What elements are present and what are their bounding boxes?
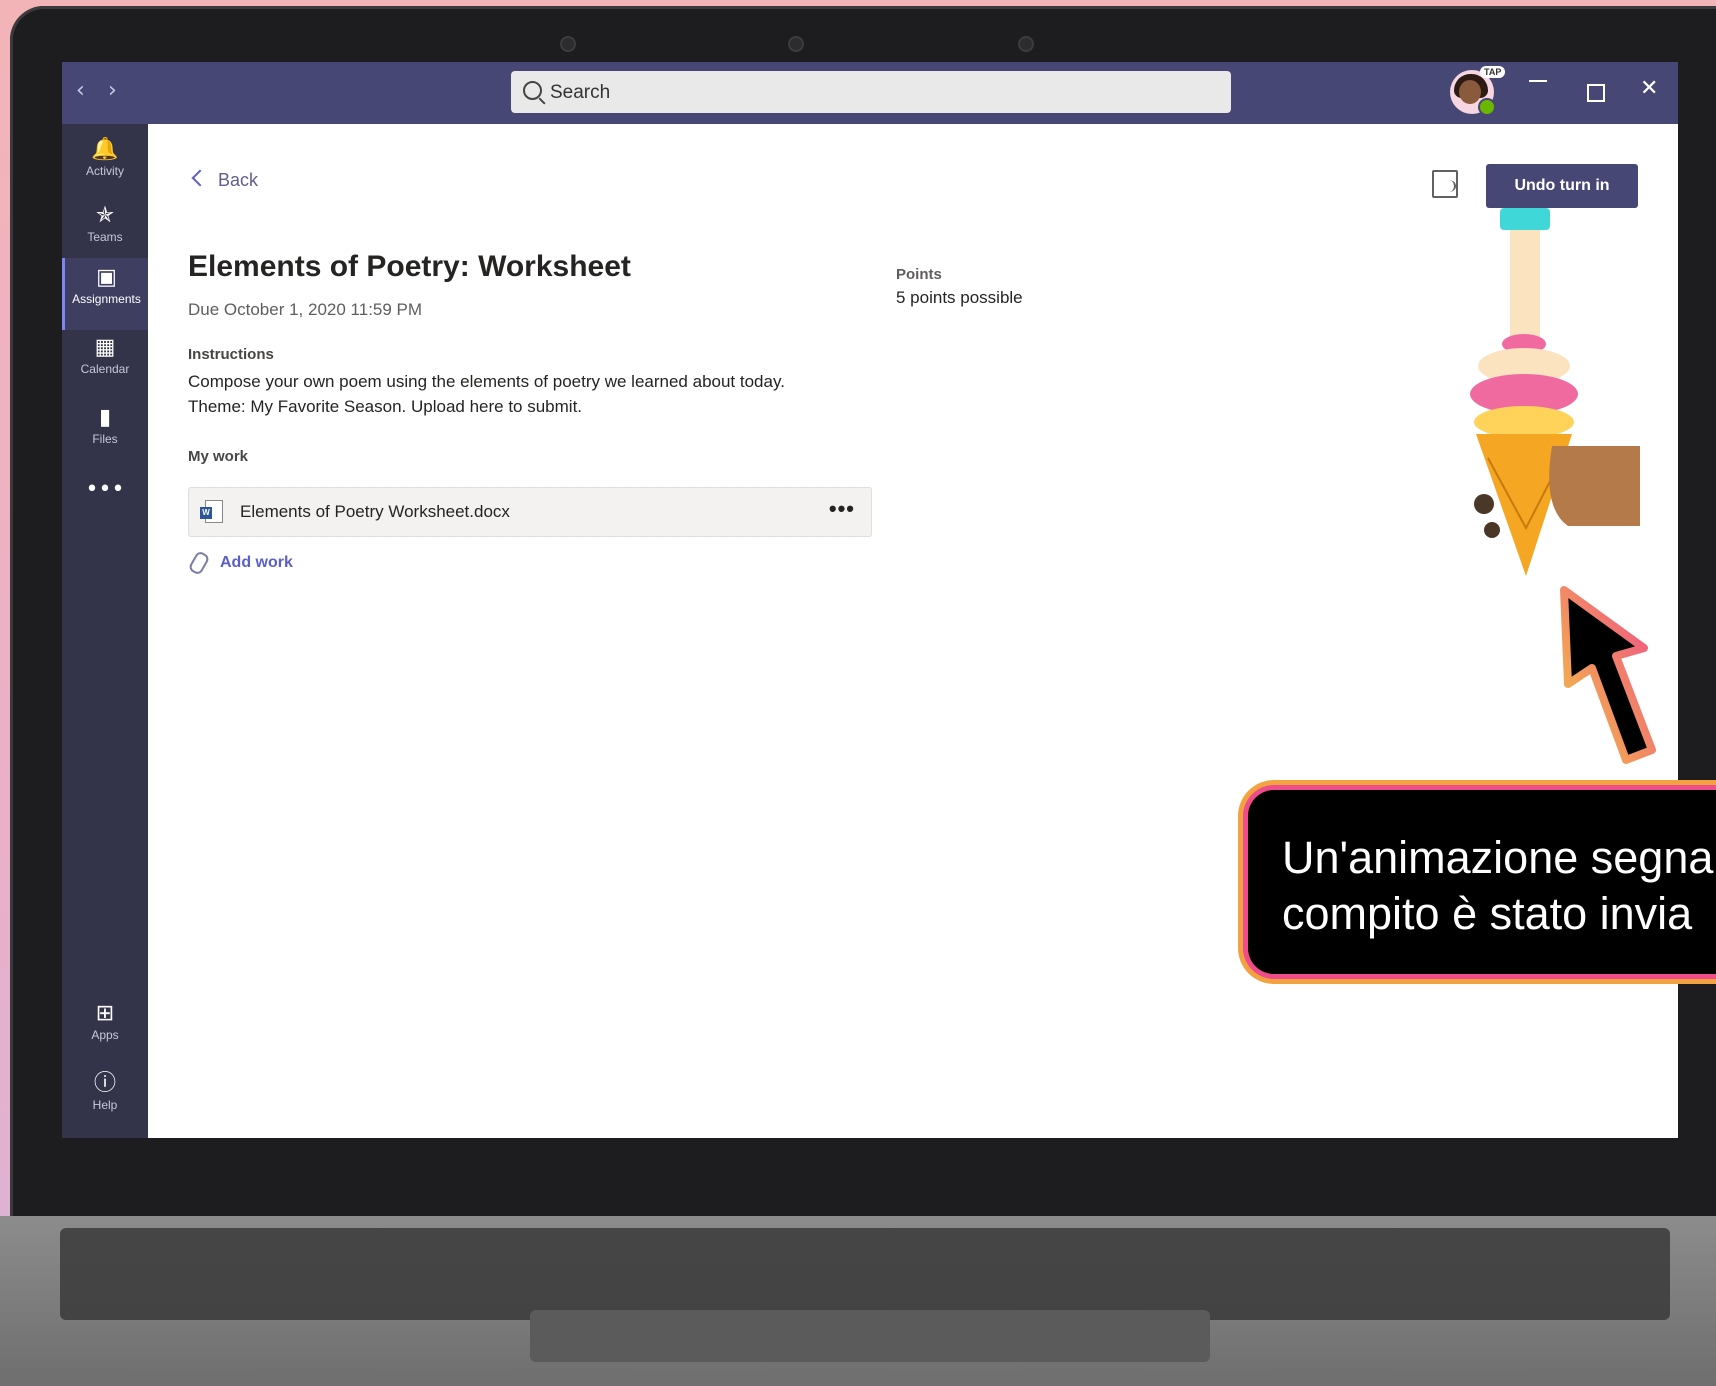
rail-item-files[interactable]: ▮ Files xyxy=(62,398,148,470)
teams-icon: ✯ xyxy=(95,203,115,228)
help-icon: ⓘ xyxy=(93,1071,116,1096)
rail-item-label: Assignments xyxy=(72,292,141,306)
trackpad xyxy=(530,1310,1210,1362)
rail-item-label: Teams xyxy=(87,230,123,244)
status-available-icon xyxy=(1478,98,1496,116)
paperclip-icon xyxy=(187,549,211,577)
rail-item-label: Apps xyxy=(91,1028,119,1042)
attached-file[interactable]: Elements of Poetry Worksheet.docx ••• xyxy=(188,487,872,537)
immersive-reader-icon[interactable] xyxy=(1432,170,1458,198)
rail-item-calendar[interactable]: ▦ Calendar xyxy=(62,328,148,400)
points-value: 5 points possible xyxy=(896,288,1023,307)
rail-item-assignments[interactable]: ▣ Assignments xyxy=(62,258,148,330)
chevron-left-icon xyxy=(191,169,209,187)
keyboard xyxy=(60,1228,1670,1320)
file-more-options-button[interactable]: ••• xyxy=(829,496,855,522)
page-title: Elements of Poetry: Worksheet xyxy=(188,250,631,283)
avatar[interactable]: TAP xyxy=(1450,66,1506,116)
word-document-icon xyxy=(200,500,223,523)
rail-item-label: Help xyxy=(92,1098,118,1112)
maximize-icon[interactable] xyxy=(1587,84,1605,102)
bell-icon: 🔔 xyxy=(91,137,119,162)
search-placeholder: Search xyxy=(550,82,611,103)
calendar-icon: ▦ xyxy=(94,335,116,360)
app-rail: 🔔 Activity ✯ Teams ▣ Assignments ▦ Calen… xyxy=(62,124,148,1138)
my-work-heading: My work xyxy=(188,448,249,465)
assignments-icon: ▣ xyxy=(96,265,117,290)
add-work-label: Add work xyxy=(220,554,293,571)
teams-window: ‹ › Search TAP ✕ 🔔 Activity ✯ Teams ▣ As… xyxy=(62,62,1678,1138)
pointer-arrow-icon xyxy=(1560,586,1656,764)
callout-text: Un'animazione segna compito è stato invi… xyxy=(1282,830,1713,942)
more-apps-button[interactable]: ••• xyxy=(62,470,148,510)
rail-item-apps[interactable]: ⊞ Apps xyxy=(62,994,148,1066)
more-icon: ••• xyxy=(85,477,125,502)
callout-box: Un'animazione segna compito è stato invi… xyxy=(1248,790,1716,974)
sensor-dot xyxy=(1018,36,1034,52)
minimize-icon[interactable] xyxy=(1529,80,1547,82)
avatar-face xyxy=(1459,80,1481,104)
files-icon: ▮ xyxy=(98,405,112,430)
rail-item-label: Calendar xyxy=(80,362,130,376)
rail-item-label: Activity xyxy=(85,164,124,178)
close-icon[interactable]: ✕ xyxy=(1640,76,1658,101)
back-arrow-icon[interactable]: ‹ xyxy=(76,78,85,103)
forward-arrow-icon[interactable]: › xyxy=(108,78,117,103)
ice-cream-celebration-illustration xyxy=(1470,208,1640,576)
file-name: Elements of Poetry Worksheet.docx xyxy=(240,502,510,521)
sensor-dot xyxy=(560,36,576,52)
rail-item-help[interactable]: ⓘ Help xyxy=(62,1064,148,1136)
camera-icon xyxy=(788,36,804,52)
rail-item-label: Files xyxy=(92,432,118,446)
title-bar: ‹ › Search TAP ✕ xyxy=(62,62,1678,124)
search-icon xyxy=(523,81,542,100)
rail-item-activity[interactable]: 🔔 Activity xyxy=(62,130,148,202)
points-heading: Points xyxy=(896,266,942,283)
undo-turn-in-button[interactable]: Undo turn in xyxy=(1486,164,1638,208)
search-input[interactable]: Search xyxy=(511,71,1231,113)
instructions-heading: Instructions xyxy=(188,346,274,363)
due-date: Due October 1, 2020 11:59 PM xyxy=(188,300,423,319)
instructions-line-2: Theme: My Favorite Season. Upload here t… xyxy=(188,397,583,416)
instructions-line-1: Compose your own poem using the elements… xyxy=(188,372,785,391)
back-label: Back xyxy=(218,170,259,190)
assignment-detail: Back Elements of Poetry: Worksheet Due O… xyxy=(148,124,1678,1138)
callout-line-1: Un'animazione segna xyxy=(1282,832,1714,883)
apps-icon: ⊞ xyxy=(95,1001,115,1026)
tap-badge: TAP xyxy=(1480,66,1506,78)
callout-line-2: compito è stato invia xyxy=(1282,888,1693,939)
